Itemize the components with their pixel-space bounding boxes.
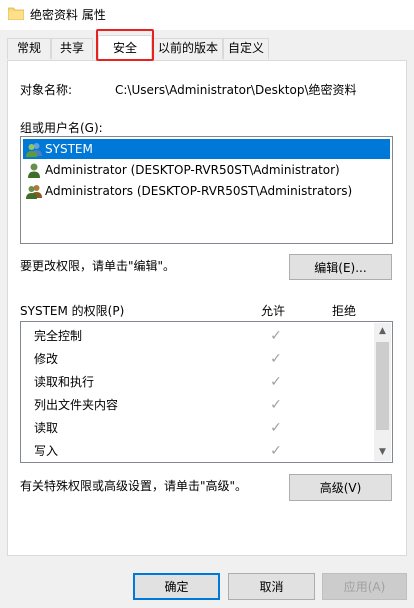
list-item-administrator[interactable]: Administrator (DESKTOP-RVR50ST\Administr… bbox=[23, 160, 390, 180]
permission-name: 读取 bbox=[34, 421, 59, 435]
scroll-down-icon[interactable]: ▼ bbox=[374, 444, 391, 461]
list-item-system[interactable]: SYSTEM bbox=[23, 139, 390, 159]
deny-header: 拒绝 bbox=[332, 304, 357, 318]
advanced-hint: 有关特殊权限或高级设置，请单击"高级"。 bbox=[20, 479, 248, 493]
allow-check-icon: ✓ bbox=[270, 420, 282, 436]
allow-check-icon: ✓ bbox=[270, 328, 282, 344]
ok-button[interactable]: 确定 bbox=[133, 573, 220, 600]
security-panel: 对象名称: C:\Users\Administrator\Desktop\绝密资… bbox=[7, 60, 407, 556]
tab-previous-versions[interactable]: 以前的版本 bbox=[153, 38, 223, 59]
scroll-up-icon[interactable]: ▲ bbox=[374, 323, 391, 340]
permission-name: 读取和执行 bbox=[34, 375, 95, 389]
permission-name: 列出文件夹内容 bbox=[34, 398, 119, 412]
allow-check-icon: ✓ bbox=[270, 397, 282, 413]
edit-button[interactable]: 编辑(E)... bbox=[289, 254, 392, 280]
permission-row: 完全控制 ✓ bbox=[22, 325, 378, 348]
tab-general[interactable]: 常规 bbox=[7, 38, 51, 59]
change-permissions-hint: 要更改权限，请单击"编辑"。 bbox=[20, 259, 176, 273]
list-item-label: Administrator (DESKTOP-RVR50ST\Administr… bbox=[45, 163, 340, 177]
allow-check-icon: ✓ bbox=[270, 351, 282, 367]
permission-name: 修改 bbox=[34, 352, 59, 366]
users-group-icon bbox=[26, 143, 42, 157]
permission-row: 写入 ✓ bbox=[22, 440, 378, 463]
tab-customize[interactable]: 自定义 bbox=[223, 38, 269, 59]
permission-row: 读取 ✓ bbox=[22, 417, 378, 440]
permissions-label: SYSTEM 的权限(P) bbox=[20, 304, 125, 318]
list-item-label: SYSTEM bbox=[45, 142, 93, 156]
title-bar: 绝密资料 属性 bbox=[0, 0, 414, 30]
allow-check-icon: ✓ bbox=[270, 374, 282, 390]
cancel-button[interactable]: 取消 bbox=[228, 573, 315, 600]
object-name-label: 对象名称: bbox=[20, 83, 73, 97]
permission-row: 列出文件夹内容 ✓ bbox=[22, 394, 378, 417]
groups-label: 组或用户名(G): bbox=[20, 121, 103, 135]
apply-button[interactable]: 应用(A) bbox=[322, 573, 407, 600]
tab-security[interactable]: 安全 bbox=[98, 35, 152, 61]
allow-check-icon: ✓ bbox=[270, 443, 282, 459]
user-icon bbox=[28, 163, 40, 178]
scroll-thumb[interactable] bbox=[376, 342, 389, 430]
window-title: 绝密资料 属性 bbox=[30, 8, 106, 22]
permission-row: 读取和执行 ✓ bbox=[22, 371, 378, 394]
folder-icon bbox=[8, 7, 24, 20]
permission-row: 修改 ✓ bbox=[22, 348, 378, 371]
permissions-scrollbar[interactable]: ▲ ▼ bbox=[374, 323, 391, 461]
permission-name: 完全控制 bbox=[34, 329, 83, 343]
advanced-button[interactable]: 高级(V) bbox=[289, 474, 392, 501]
users-group-icon bbox=[26, 185, 42, 199]
permission-name: 写入 bbox=[34, 444, 59, 458]
object-name-value: C:\Users\Administrator\Desktop\绝密资料 bbox=[115, 83, 357, 97]
tab-sharing[interactable]: 共享 bbox=[51, 38, 93, 59]
allow-header: 允许 bbox=[261, 304, 286, 318]
list-item-label: Administrators (DESKTOP-RVR50ST\Administ… bbox=[45, 184, 353, 198]
groups-listbox[interactable]: SYSTEM Administrator (DESKTOP-RVR50ST\Ad… bbox=[20, 136, 393, 244]
list-item-administrators[interactable]: Administrators (DESKTOP-RVR50ST\Administ… bbox=[23, 181, 390, 201]
permissions-listbox[interactable]: 完全控制 ✓ 修改 ✓ 读取和执行 ✓ 列出文件夹内容 ✓ 读取 ✓ 写入 ✓ bbox=[20, 321, 393, 463]
